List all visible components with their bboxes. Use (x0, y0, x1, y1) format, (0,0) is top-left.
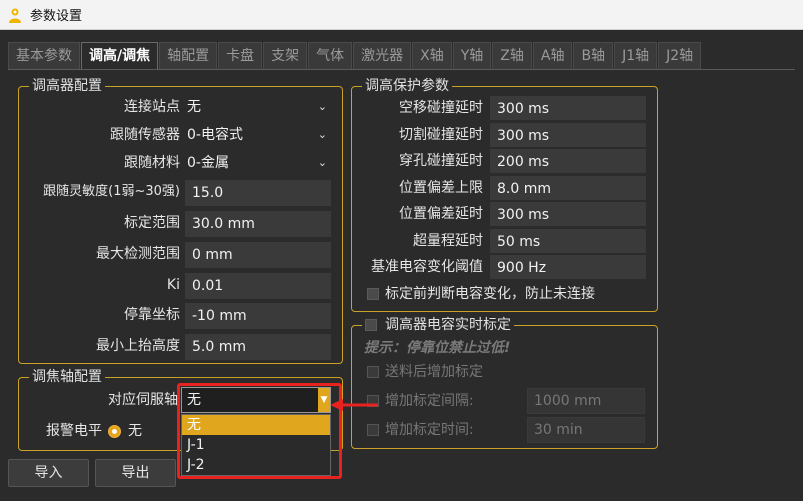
material-label: 跟随材料 (124, 155, 180, 171)
checkbox-icon[interactable] (367, 424, 379, 436)
tab-10[interactable]: A轴 (532, 42, 573, 70)
tab-6[interactable]: 激光器 (353, 42, 412, 70)
tab-11[interactable]: B轴 (573, 42, 614, 70)
tab-0[interactable]: 基本参数 (8, 42, 80, 70)
user-app-icon (9, 8, 21, 23)
red-arrow-icon (330, 399, 378, 411)
protect-label-3: 位置偏差上限 (399, 179, 483, 196)
min-lift-label: 最小上抬高度 (96, 338, 180, 354)
protect-input-6[interactable]: 900 Hz (490, 255, 646, 279)
protect-input-1[interactable]: 300 ms (490, 122, 646, 147)
material-select[interactable]: 0-金属 ⌄ (181, 151, 331, 175)
station-value: 无 (187, 99, 201, 115)
protect-input-0[interactable]: 300 ms (490, 96, 646, 120)
protect-label-2: 穿孔碰撞延时 (399, 153, 483, 169)
checkbox-icon[interactable] (367, 288, 379, 300)
alarm-level-radio[interactable]: 无 (108, 421, 142, 441)
protect-input-5[interactable]: 50 ms (490, 228, 646, 253)
height-controller-config-title: 调高器配置 (29, 77, 105, 95)
tab-12[interactable]: J1轴 (614, 42, 658, 70)
max-detect-input[interactable]: 0 mm (185, 242, 331, 268)
calib-check-row[interactable]: 标定前判断电容变化，防止未连接 (367, 284, 595, 304)
height-protect-title: 调高保护参数 (362, 77, 452, 95)
calib-range-label: 标定范围 (124, 215, 180, 231)
sensor-select[interactable]: 0-电容式 ⌄ (181, 123, 331, 147)
station-select[interactable]: 无 ⌄ (181, 95, 331, 119)
checkbox-icon[interactable] (367, 366, 379, 378)
chevron-down-icon: ⌄ (317, 156, 327, 169)
interval-row[interactable]: 增加标定间隔: (367, 391, 474, 411)
protect-label-5: 超量程延时 (413, 232, 483, 249)
park-coord-label: 停靠坐标 (124, 307, 180, 323)
protect-input-3[interactable]: 8.0 mm (490, 175, 646, 200)
ki-input[interactable]: 0.01 (185, 273, 331, 299)
protect-input-4[interactable]: 300 ms (490, 202, 646, 226)
tab-9[interactable]: Z轴 (492, 42, 532, 70)
time-label: 增加标定时间: (385, 422, 474, 438)
servo-axis-label: 对应伺服轴 (108, 392, 178, 408)
min-lift-input[interactable]: 5.0 mm (185, 334, 331, 360)
tab-5[interactable]: 气体 (308, 42, 353, 70)
add-after-feed-label: 送料后增加标定 (385, 364, 483, 380)
tab-8[interactable]: Y轴 (452, 42, 492, 70)
protect-input-2[interactable]: 200 ms (490, 149, 646, 173)
ki-label: Ki (166, 277, 180, 293)
checkbox-icon[interactable] (365, 319, 377, 331)
sensitivity-input[interactable]: 15.0 (185, 180, 331, 206)
sensor-label: 跟随传感器 (110, 127, 180, 143)
time-input[interactable]: 30 min (527, 417, 645, 443)
chevron-down-icon: ⌄ (317, 100, 327, 113)
add-after-feed-row[interactable]: 送料后增加标定 (367, 362, 483, 382)
realtime-calib-label: 调高器电容实时标定 (385, 317, 511, 333)
material-value: 0-金属 (187, 155, 229, 171)
tab-7[interactable]: X轴 (412, 42, 452, 70)
station-label: 连接站点 (124, 99, 180, 115)
sensor-value: 0-电容式 (187, 127, 243, 143)
park-coord-input[interactable]: -10 mm (185, 303, 331, 329)
window-title: 参数设置 (30, 9, 83, 24)
tab-divider (8, 69, 795, 70)
calib-check-label: 标定前判断电容变化，防止未连接 (385, 286, 595, 302)
sensitivity-label: 跟随灵敏度(1弱~30强) (43, 184, 180, 199)
tab-3[interactable]: 卡盘 (218, 42, 263, 70)
radio-selected-icon (108, 424, 121, 438)
highlight-box (177, 383, 342, 479)
max-detect-label: 最大检测范围 (96, 246, 180, 262)
interval-label: 增加标定间隔: (385, 393, 474, 409)
protect-label-1: 切割碰撞延时 (399, 126, 483, 143)
tab-13[interactable]: J2轴 (658, 42, 702, 70)
alarm-level-label: 报警电平 (46, 423, 102, 439)
chevron-down-icon: ⌄ (317, 128, 327, 141)
tab-1[interactable]: 调高/调焦 (81, 42, 159, 70)
export-button[interactable]: 导出 (95, 459, 176, 487)
import-button[interactable]: 导入 (8, 459, 89, 487)
protect-label-4: 位置偏差延时 (399, 206, 483, 222)
title-bar: 参数设置 (0, 0, 803, 30)
tab-bar: 基本参数 调高/调焦 轴配置 卡盘 支架 气体 激光器 X轴 Y轴 Z轴 A轴 B轴 J1轴 J2轴 (8, 42, 702, 70)
calib-range-input[interactable]: 30.0 mm (185, 211, 331, 237)
protect-label-6: 基准电容变化阈值 (371, 259, 483, 275)
realtime-calib-title[interactable]: 调高器电容实时标定 (362, 316, 514, 334)
realtime-hint: 提示：停靠位禁止过低! (364, 340, 511, 356)
tab-2[interactable]: 轴配置 (159, 42, 218, 70)
alarm-level-value: 无 (128, 423, 142, 439)
time-row[interactable]: 增加标定时间: (367, 420, 474, 440)
protect-label-0: 空移碰撞延时 (399, 100, 483, 116)
interval-input[interactable]: 1000 mm (527, 388, 645, 414)
tab-4[interactable]: 支架 (263, 42, 308, 70)
focus-axis-config-title: 调焦轴配置 (29, 368, 105, 386)
